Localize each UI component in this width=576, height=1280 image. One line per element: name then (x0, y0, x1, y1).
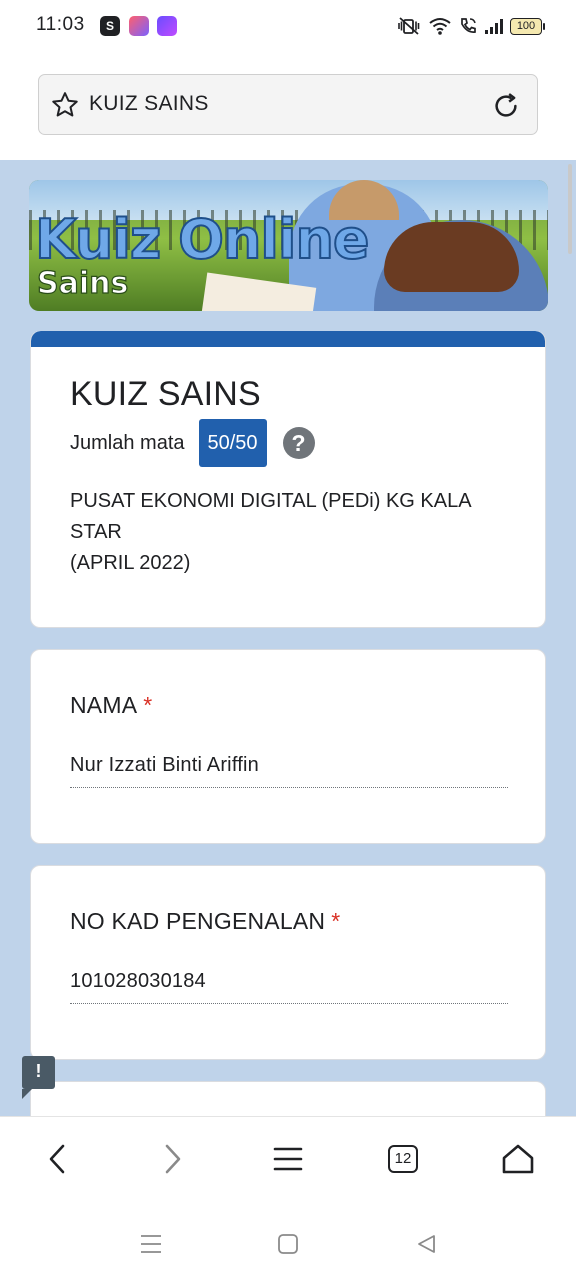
nav-home-button[interactable] (276, 1232, 300, 1256)
required-marker: * (143, 692, 153, 718)
question-card-nama: NAMA * Nur Izzati Binti Ariffin (30, 649, 546, 844)
question-label: NO KAD PENGENALAN * (70, 908, 341, 934)
hamburger-menu-icon (273, 1147, 303, 1171)
answer-ic: 101028030184 (70, 970, 508, 1004)
forward-button[interactable] (154, 1141, 190, 1177)
recents-icon (141, 1235, 161, 1253)
form-header-card: KUIZ SAINS Jumlah mata 50/50 ? PUSAT EKO… (30, 331, 546, 628)
wifi-calling-icon (461, 18, 476, 33)
status-icons: 100 (396, 15, 545, 37)
reload-icon[interactable] (491, 91, 521, 121)
address-bar[interactable]: KUIZ SAINS (38, 74, 538, 135)
description-line: PUSAT EKONOMI DIGITAL (PEDi) KG KALA STA… (70, 490, 471, 543)
banner-subtitle: Sains (36, 265, 129, 301)
required-marker: * (331, 908, 341, 934)
square-icon (278, 1234, 298, 1254)
bookmark-star-icon[interactable] (50, 90, 80, 120)
form-description: PUSAT EKONOMI DIGITAL (PEDi) KG KALA STA… (70, 486, 520, 579)
header-banner: Kuiz Online Sains (29, 180, 548, 311)
status-time: 11:03 (36, 14, 85, 35)
help-icon[interactable]: ? (282, 427, 315, 459)
banner-title: Kuiz Online (34, 207, 371, 272)
nav-back-button[interactable] (414, 1232, 438, 1256)
question-card-ic: NO KAD PENGENALAN * 101028030184 (30, 865, 546, 1060)
browser-header: KUIZ SAINS (0, 52, 576, 160)
vibrate-mute-icon (398, 17, 420, 35)
tab-count: 12 (388, 1145, 418, 1173)
form-title: KUIZ SAINS (70, 375, 261, 413)
wifi-icon (429, 18, 451, 35)
chevron-left-icon (49, 1144, 65, 1174)
camera-app-icon (129, 16, 149, 36)
system-nav-bar (0, 1202, 576, 1280)
triangle-back-icon (418, 1235, 435, 1253)
form-page[interactable]: Kuiz Online Sains KUIZ SAINS Jumlah mata… (0, 160, 576, 1116)
score-row: Jumlah mata 50/50 ? (70, 419, 315, 467)
screen: 11:03 S 100 KUIZ SAINS Kuiz Online Sains… (0, 0, 576, 1280)
tabs-button[interactable]: 12 (385, 1141, 421, 1177)
menu-button[interactable] (270, 1141, 306, 1177)
chevron-right-icon (165, 1144, 181, 1174)
card-accent-bar (31, 331, 545, 347)
home-button[interactable] (500, 1141, 536, 1177)
browser-toolbar: 12 (0, 1116, 576, 1202)
game-app-icon (157, 16, 177, 36)
recent-apps-button[interactable] (139, 1232, 163, 1256)
question-card-next (30, 1081, 546, 1116)
description-line: (APRIL 2022) (70, 552, 191, 574)
signal-icon (485, 19, 503, 34)
score-label: Jumlah mata (70, 431, 185, 454)
question-label: NAMA * (70, 692, 153, 718)
battery-icon: 100 (510, 17, 545, 35)
score-badge: 50/50 (198, 419, 267, 467)
home-icon (502, 1144, 534, 1174)
status-bar: 11:03 S 100 (0, 0, 576, 52)
answer-nama: Nur Izzati Binti Ariffin (70, 754, 508, 788)
report-problem-button[interactable]: ! (22, 1056, 55, 1099)
page-title: KUIZ SAINS (89, 92, 209, 115)
shopee-icon: S (100, 16, 120, 36)
back-button[interactable] (40, 1141, 76, 1177)
page-scrollbar[interactable] (568, 164, 572, 254)
